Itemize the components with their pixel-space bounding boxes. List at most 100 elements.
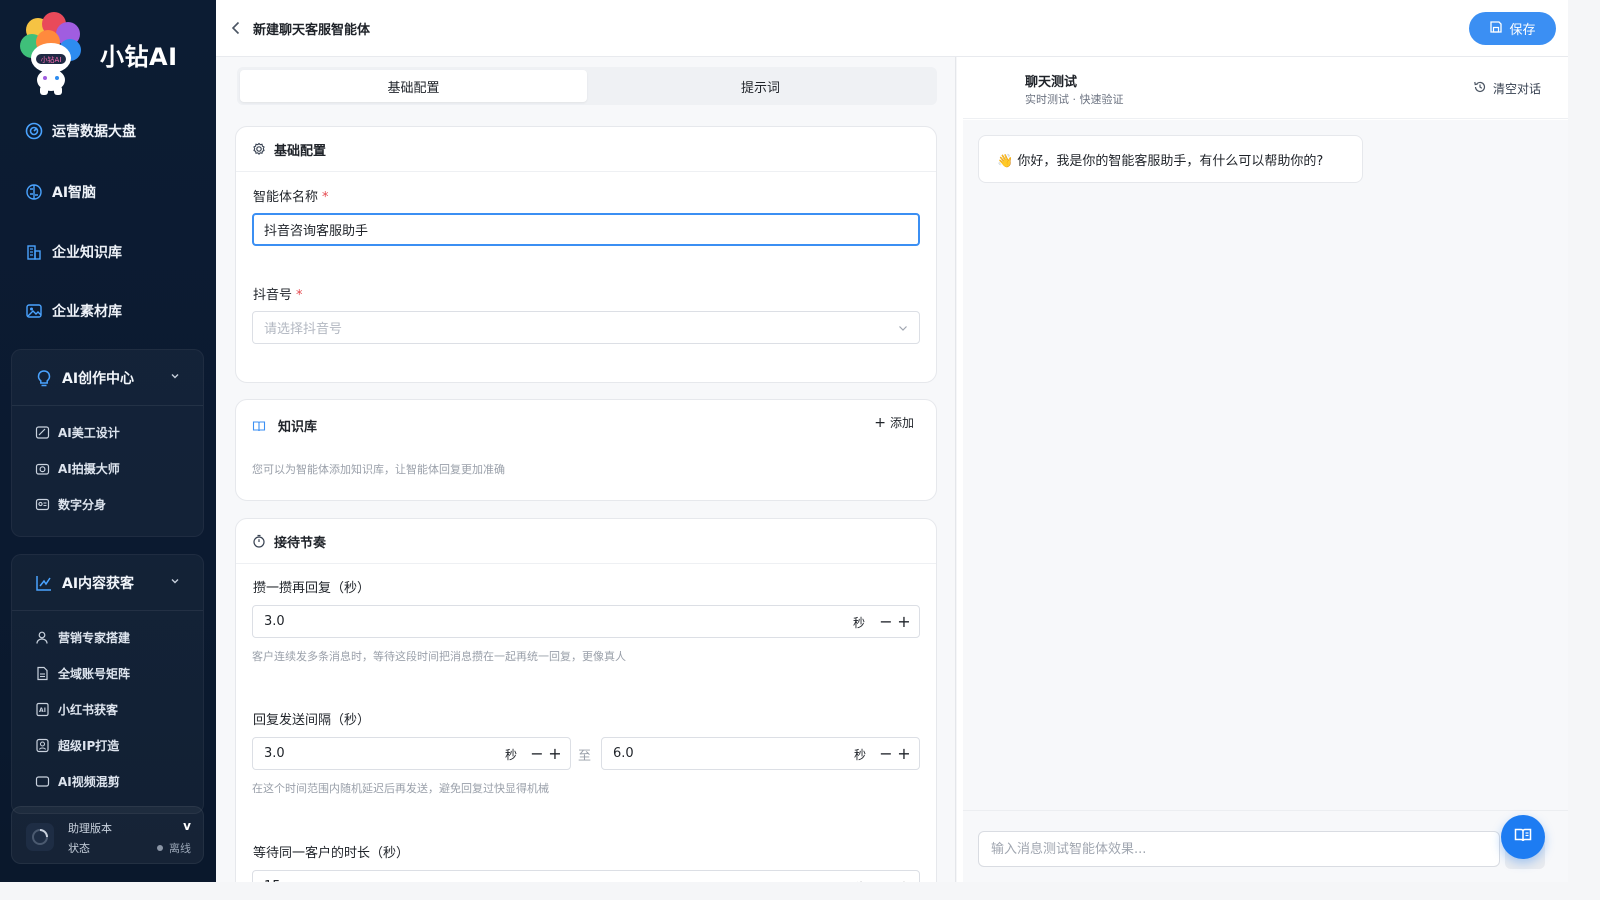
building-icon <box>24 242 44 262</box>
minus-icon[interactable]: − <box>529 744 545 764</box>
chevron-down-icon[interactable] <box>169 575 181 591</box>
wait-duration-stepper[interactable]: 15 秒 − + <box>252 870 920 882</box>
chevron-down-icon[interactable] <box>169 370 181 386</box>
group-label: AI创作中心 <box>62 370 135 387</box>
assistant-status-label: 状态 <box>68 842 90 855</box>
floating-help-button[interactable] <box>1501 815 1545 859</box>
ai-doc-icon: AI <box>34 701 50 717</box>
minus-icon[interactable]: − <box>878 877 894 882</box>
rhythm-header: 接待节奏 <box>236 519 936 564</box>
add-label: 添加 <box>889 416 914 430</box>
sidebar-item-account-matrix[interactable]: 全域账号矩阵 <box>12 655 203 691</box>
group-header-ai-acquisition[interactable]: AI内容获客 <box>12 555 203 611</box>
sidebar-item-label: 超级IP打造 <box>58 738 120 753</box>
chat-title: 聊天测试 <box>1025 75 1078 90</box>
svg-text:AI: AI <box>39 707 46 714</box>
stepper-value: 6.0 <box>613 746 634 761</box>
plus-icon: + <box>874 414 886 431</box>
add-knowledge-button[interactable]: + 添加 <box>874 414 914 431</box>
nav-item-knowledge[interactable]: 企业知识库 <box>0 232 216 272</box>
gear-icon <box>252 142 266 156</box>
sidebar-item-label: 小红书获客 <box>58 702 119 717</box>
interval-max-stepper[interactable]: 6.0 秒 − + <box>601 737 920 770</box>
clear-label: 清空对话 <box>1492 82 1541 96</box>
sidebar-item-video-mix[interactable]: AI视频混剪 <box>12 763 203 799</box>
nav-label: AI智脑 <box>52 185 97 201</box>
required-mark: * <box>322 190 329 205</box>
config-tabs: 基础配置 提示词 <box>237 67 937 105</box>
tab-prompt[interactable]: 提示词 <box>587 70 934 102</box>
douyin-account-select[interactable]: 请选择抖音号 <box>252 311 920 344</box>
tab-basic-config[interactable]: 基础配置 <box>240 70 587 102</box>
required-mark: * <box>296 288 303 303</box>
sidebar-item-label: AI美工设计 <box>58 425 120 440</box>
save-label: 保存 <box>1509 23 1536 38</box>
minus-icon[interactable]: − <box>878 612 894 632</box>
minus-icon[interactable]: − <box>878 744 894 764</box>
chat-input[interactable] <box>978 831 1500 867</box>
history-icon <box>1473 80 1487 97</box>
unit-label: 秒 <box>853 616 866 630</box>
plus-icon[interactable]: + <box>896 744 912 764</box>
chat-messages: 👋 你好，我是你的智能客服助手，有什么可以帮助你的? <box>963 120 1568 810</box>
interval-min-stepper[interactable]: 3.0 秒 − + <box>252 737 571 770</box>
agent-name-input[interactable] <box>252 213 920 246</box>
sidebar-item-xiaohongshu[interactable]: AI 小红书获客 <box>12 691 203 727</box>
sidebar-item-super-ip[interactable]: 超级IP打造 <box>12 727 203 763</box>
clear-chat-button[interactable]: 清空对话 <box>1473 80 1541 97</box>
dashboard-icon <box>24 121 44 141</box>
stepper-value: 3.0 <box>264 746 285 761</box>
brand[interactable]: 小钻AI 小钻AI <box>0 0 216 108</box>
range-separator: 至 <box>578 749 592 764</box>
sidebar-item-label: 营销专家搭建 <box>58 630 131 645</box>
wait-duration-label: 等待同一客户的时长（秒） <box>253 846 410 861</box>
nav-item-dashboard[interactable]: 运营数据大盘 <box>0 111 216 151</box>
back-arrow-icon[interactable] <box>226 18 246 38</box>
assistant-version-title: 助理版本 <box>68 822 112 835</box>
timer-icon <box>252 534 266 548</box>
page-title: 新建聊天客服智能体 <box>253 23 371 38</box>
stepper-value: 15 <box>264 879 281 882</box>
nav-item-ai-brain[interactable]: AI智脑 <box>0 172 216 212</box>
card-title: 知识库 <box>278 420 318 435</box>
page-header: 新建聊天客服智能体 保存 <box>216 0 1568 57</box>
select-placeholder: 请选择抖音号 <box>264 322 343 337</box>
save-button[interactable]: 保存 <box>1469 12 1556 45</box>
card-title: 接待节奏 <box>274 535 327 551</box>
plus-icon[interactable]: + <box>547 744 563 764</box>
send-interval-hint: 在这个时间范围内随机延迟后再发送，避免回复过快显得机械 <box>252 782 549 795</box>
douyin-account-label: 抖音号 * <box>253 284 303 303</box>
sidebar-item-digital-twin[interactable]: 数字分身 <box>12 486 203 522</box>
nav-label: 企业素材库 <box>52 304 122 320</box>
chevron-down-icon <box>897 322 909 338</box>
sidebar-item-label: 数字分身 <box>58 497 107 512</box>
brain-icon <box>24 182 44 202</box>
sidebar-item-marketing-expert[interactable]: 营销专家搭建 <box>12 619 203 655</box>
book-icon <box>252 419 266 433</box>
user-icon <box>34 629 50 645</box>
rhythm-card: 接待节奏 攒一攒再回复（秒） 3.0 秒 − + 客户连续发多条消息时，等待这段… <box>235 518 937 882</box>
batch-reply-label: 攒一攒再回复（秒） <box>253 581 371 596</box>
assistant-version-panel[interactable]: 助理版本 状态 v 离线 <box>11 806 204 864</box>
video-icon <box>34 773 50 789</box>
plus-icon[interactable]: + <box>896 612 912 632</box>
plus-icon[interactable]: + <box>896 877 912 882</box>
status-dot-icon <box>157 845 163 851</box>
save-icon <box>1489 20 1503 38</box>
nav-item-assets[interactable]: 企业素材库 <box>0 291 216 331</box>
chat-input-bar <box>963 810 1568 882</box>
card-title: 基础配置 <box>274 143 327 159</box>
sidebar-item-label: 全域账号矩阵 <box>58 666 131 681</box>
brand-logo-icon: 小钻AI <box>18 12 84 96</box>
sidebar-item-label: AI拍摄大师 <box>58 461 120 476</box>
sidebar-item-ai-camera[interactable]: AI拍摄大师 <box>12 450 203 486</box>
group-header-ai-creation[interactable]: AI创作中心 <box>12 350 203 406</box>
group-label: AI内容获客 <box>62 575 135 592</box>
label-text: 智能体名称 <box>253 190 319 205</box>
group-ai-creation: AI创作中心 AI美工设计 AI拍摄大师 数字分身 <box>11 349 204 537</box>
chat-panel: 聊天测试 实时测试 · 快速验证 清空对话 👋 你好，我是你的智能客服助手，有什… <box>957 57 1568 882</box>
sidebar-item-ai-design[interactable]: AI美工设计 <box>12 414 203 450</box>
stepper-value: 3.0 <box>264 614 285 629</box>
knowledge-hint: 您可以为智能体添加知识库，让智能体回复更加准确 <box>252 463 505 476</box>
batch-reply-stepper[interactable]: 3.0 秒 − + <box>252 605 920 638</box>
